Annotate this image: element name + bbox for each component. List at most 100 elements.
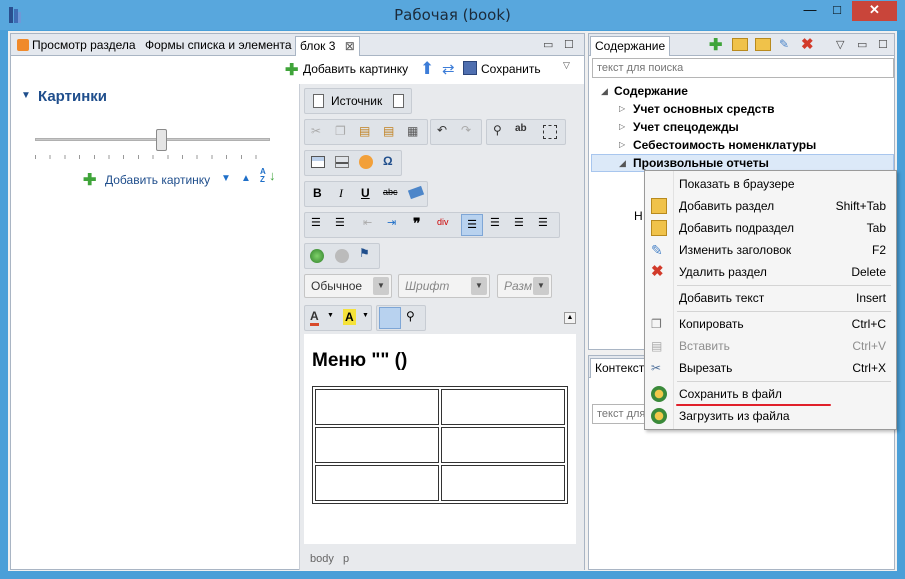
- refresh-icon[interactable]: ⇄: [442, 60, 455, 78]
- maximize-button[interactable]: □: [824, 1, 850, 21]
- tab-forms[interactable]: Формы списка и элемента: [141, 36, 296, 56]
- save-link[interactable]: Сохранить: [481, 62, 541, 76]
- tree-item[interactable]: Учет спецодежды: [633, 120, 739, 134]
- redo-icon[interactable]: ↷: [461, 123, 471, 137]
- tree-item-selected[interactable]: Произвольные отчеты: [633, 156, 769, 170]
- add-image-link[interactable]: Добавить картинку: [303, 62, 408, 76]
- table-cell[interactable]: [315, 465, 439, 501]
- outdent-icon[interactable]: ⇤: [363, 216, 372, 229]
- underline-icon[interactable]: U: [361, 186, 370, 200]
- document-area[interactable]: Меню "" (): [304, 334, 576, 544]
- table-cell[interactable]: [441, 465, 565, 501]
- text-color-arrow-icon[interactable]: ▼: [327, 312, 334, 319]
- smiley-icon[interactable]: [359, 155, 373, 169]
- show-blocks-icon[interactable]: ⚲: [406, 309, 415, 323]
- search-input[interactable]: [592, 58, 894, 78]
- copy-icon[interactable]: ❐: [335, 124, 346, 138]
- align-center-icon[interactable]: ☰: [490, 216, 500, 229]
- document-table[interactable]: [312, 386, 568, 504]
- tab-view-section[interactable]: Просмотр раздела: [13, 36, 140, 56]
- view-menu-icon[interactable]: ▽: [836, 38, 844, 51]
- bold-icon[interactable]: B: [313, 186, 322, 200]
- align-right-icon[interactable]: ☰: [514, 216, 524, 229]
- menu-item-delete-section[interactable]: ✖ Удалить раздел Delete: [645, 261, 896, 283]
- anchor-icon[interactable]: ⚑: [359, 246, 370, 260]
- tab-content[interactable]: Содержание: [590, 36, 671, 56]
- menu-item-save-to-file[interactable]: Сохранить в файл: [645, 383, 896, 405]
- expand-arrow-icon[interactable]: ▷: [619, 122, 625, 131]
- format-combo[interactable]: Обычное ▼: [304, 274, 392, 298]
- table-icon[interactable]: [311, 156, 325, 168]
- special-char-icon[interactable]: Ω: [383, 154, 393, 168]
- font-combo[interactable]: Шрифт ▼: [398, 274, 490, 298]
- save-icon[interactable]: [463, 61, 477, 75]
- move-down-icon[interactable]: ▼: [221, 173, 231, 184]
- expand-arrow-icon[interactable]: ◢: [601, 86, 608, 97]
- bg-color-icon[interactable]: A: [343, 309, 356, 325]
- menu-item-paste[interactable]: ▤ Вставить Ctrl+V: [645, 335, 896, 357]
- numbered-list-icon[interactable]: ☰: [311, 216, 321, 229]
- tree-item[interactable]: Себестоимость номенклатуры: [633, 138, 816, 152]
- bg-color-arrow-icon[interactable]: ▼: [362, 312, 369, 319]
- maximize-view-icon[interactable]: ☐: [564, 38, 574, 51]
- add-image-icon[interactable]: ✚: [83, 170, 96, 190]
- link-icon[interactable]: [310, 249, 324, 263]
- close-tab-icon[interactable]: ⊠: [345, 39, 355, 53]
- add-image-icon[interactable]: ✚: [285, 60, 298, 80]
- horizontal-line-icon[interactable]: [335, 156, 349, 168]
- cut-icon[interactable]: ✂: [311, 124, 321, 138]
- partial-tree-item[interactable]: Н: [634, 209, 643, 223]
- table-cell[interactable]: [315, 427, 439, 463]
- delete-icon[interactable]: ✖: [801, 35, 814, 53]
- italic-icon[interactable]: I: [339, 186, 343, 201]
- size-combo[interactable]: Разм ▼: [497, 274, 552, 298]
- slider-thumb[interactable]: [156, 129, 167, 151]
- select-all-icon[interactable]: [543, 125, 557, 139]
- expand-arrow-icon[interactable]: ▷: [619, 140, 625, 149]
- tree-root[interactable]: Содержание: [614, 84, 688, 98]
- expand-arrow-icon[interactable]: ▷: [619, 104, 625, 113]
- unlink-icon[interactable]: [335, 249, 349, 263]
- text-color-icon[interactable]: A: [310, 309, 319, 326]
- minimize-view-icon[interactable]: ▭: [543, 38, 553, 51]
- tab-context[interactable]: Контекст: [590, 358, 650, 378]
- menu-item-edit-title[interactable]: ✎ Изменить заголовок F2: [645, 239, 896, 261]
- sort-az-icon[interactable]: AZ: [260, 168, 266, 184]
- expand-arrow-icon[interactable]: ◢: [619, 158, 626, 169]
- collapse-icon[interactable]: ▼: [21, 90, 31, 101]
- menu-item-cut[interactable]: ✂ Вырезать Ctrl+X: [645, 357, 896, 379]
- menu-item-show-in-browser[interactable]: Показать в браузере: [645, 173, 896, 195]
- bullet-list-icon[interactable]: ☰: [335, 216, 345, 229]
- find-icon[interactable]: ⚲: [493, 123, 502, 137]
- source-button[interactable]: Источник: [304, 88, 412, 114]
- paste-word-icon[interactable]: ▦: [407, 124, 418, 138]
- remove-format-icon[interactable]: [407, 185, 425, 200]
- add-subsection-icon[interactable]: [755, 38, 771, 51]
- table-cell[interactable]: [315, 389, 439, 425]
- replace-icon[interactable]: ab: [515, 123, 527, 134]
- justify-icon[interactable]: ☰: [538, 216, 548, 229]
- div-icon[interactable]: div: [437, 217, 449, 227]
- close-button[interactable]: ✕: [852, 1, 897, 21]
- menu-item-copy[interactable]: ❐ Копировать Ctrl+C: [645, 313, 896, 335]
- collapse-toolbar-icon[interactable]: ▲: [564, 312, 576, 324]
- element-path[interactable]: body p: [310, 553, 349, 565]
- strikethrough-icon[interactable]: abc: [383, 187, 398, 197]
- minimize-view-icon[interactable]: ▭: [857, 38, 867, 51]
- table-cell[interactable]: [441, 427, 565, 463]
- menu-item-add-subsection[interactable]: Добавить подраздел Tab: [645, 217, 896, 239]
- size-slider[interactable]: [35, 129, 270, 159]
- move-up-icon[interactable]: ⬆: [420, 59, 434, 79]
- move-up-icon[interactable]: ▲: [241, 173, 251, 184]
- maximize-editor-icon[interactable]: [379, 307, 401, 329]
- table-cell[interactable]: [441, 389, 565, 425]
- rename-icon[interactable]: ✎: [779, 37, 789, 51]
- indent-icon[interactable]: ⇥: [387, 216, 396, 229]
- menu-item-add-text[interactable]: Добавить текст Insert: [645, 287, 896, 309]
- menu-item-load-from-file[interactable]: Загрузить из файла: [645, 405, 896, 427]
- align-left-icon[interactable]: ☰: [461, 214, 483, 236]
- undo-icon[interactable]: ↶: [437, 123, 447, 137]
- tab-block3[interactable]: блок 3 ⊠: [295, 36, 360, 56]
- add-image-link[interactable]: Добавить картинку: [105, 173, 210, 187]
- tree-item[interactable]: Учет основных средств: [633, 102, 775, 116]
